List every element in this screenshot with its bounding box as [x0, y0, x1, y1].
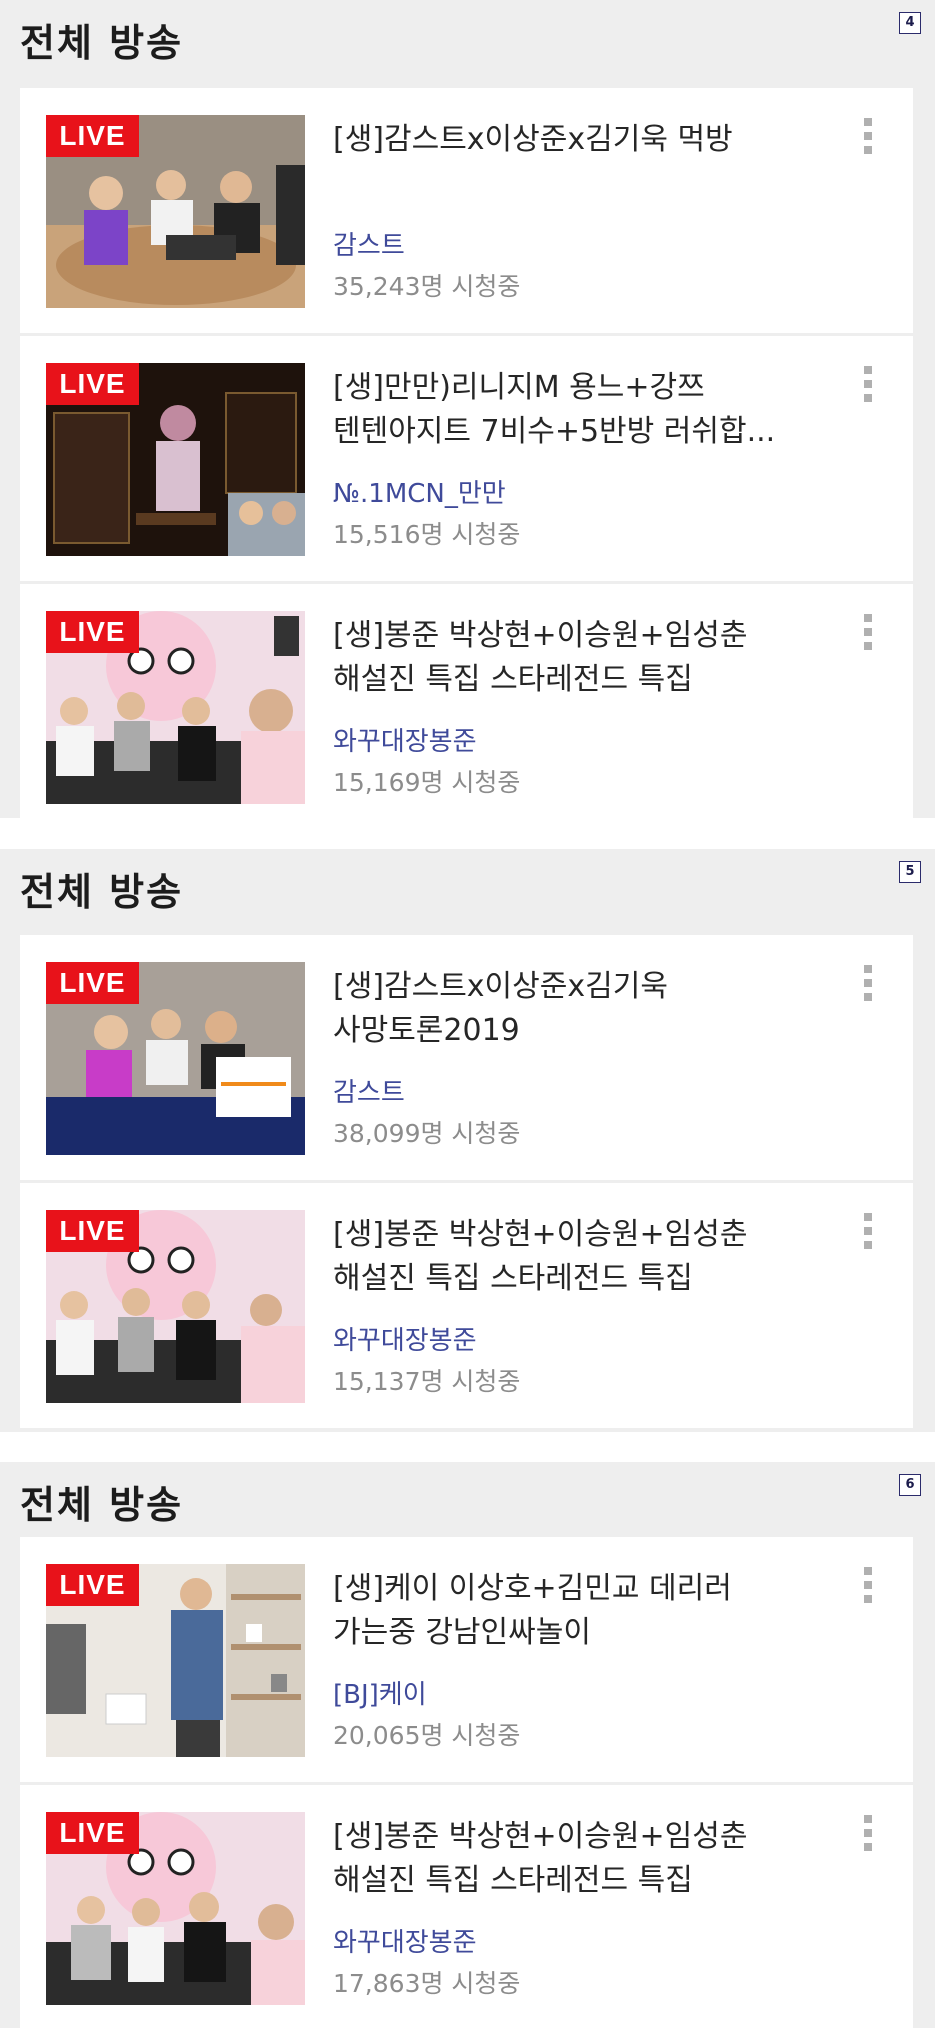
stream-title[interactable]: [생]감스트x이상준x김기욱 먹방 [333, 118, 843, 162]
stream-thumbnail[interactable]: LIVE [46, 611, 305, 804]
stream-title-line-1: [생]봉준 박상현+이승원+임성춘 [333, 618, 748, 653]
viewer-count: 17,863명 시청중 [333, 1969, 521, 1998]
viewer-count: 15,516명 시청중 [333, 520, 521, 549]
broadcast-card[interactable]: LIVE [생]만만)리니지M 용느+강쯔 텐텐아지트 7비수+5반방 러쉬합.… [20, 336, 913, 581]
stream-title-line-2: 텐텐아지트 7비수+5반방 러쉬합... [333, 414, 776, 449]
stream-title-line-1: [생]봉준 박상현+이승원+임성춘 [333, 1819, 748, 1854]
stream-title[interactable]: [생]케이 이상호+김민교 데리러 가는중 강남인싸놀이 [333, 1567, 843, 1655]
live-badge: LIVE [46, 363, 139, 405]
more-vertical-icon[interactable] [862, 965, 874, 1009]
viewer-count: 38,099명 시청중 [333, 1119, 521, 1148]
stream-title-line-2: 해설진 특집 스타레전드 특집 [333, 1863, 693, 1898]
section-title: 전체 방송 [20, 21, 184, 65]
stream-title-line-1: [생]케이 이상호+김민교 데리러 [333, 1571, 732, 1606]
stream-title[interactable]: [생]만만)리니지M 용느+강쯔 텐텐아지트 7비수+5반방 러쉬합... [333, 366, 843, 454]
stream-thumbnail[interactable]: LIVE [46, 962, 305, 1155]
more-vertical-icon[interactable] [862, 1815, 874, 1859]
stream-title[interactable]: [생]봉준 박상현+이승원+임성춘 해설진 특집 스타레전드 특집 [333, 614, 843, 702]
stream-title-line-1: [생]봉준 박상현+이승원+임성춘 [333, 1217, 748, 1252]
stream-thumbnail[interactable]: LIVE [46, 1812, 305, 2005]
broadcast-card[interactable]: LIVE [생]감스트x이상준x김기욱 사망토론2019 감스트 38,099명… [20, 935, 913, 1180]
live-badge: LIVE [46, 1210, 139, 1252]
more-vertical-icon[interactable] [862, 1567, 874, 1611]
more-vertical-icon[interactable] [862, 118, 874, 162]
stream-title-line-1: [생]감스트x이상준x김기욱 먹방 [333, 122, 733, 157]
viewer-count: 15,137명 시청중 [333, 1367, 521, 1396]
broadcast-card[interactable]: LIVE [생]감스트x이상준x김기욱 먹방 감스트 35,243명 시청중 [20, 88, 913, 333]
stream-title-line-2: 사망토론2019 [333, 1013, 520, 1048]
stream-thumbnail[interactable]: LIVE [46, 1210, 305, 1403]
viewer-count: 20,065명 시청중 [333, 1721, 521, 1750]
channel-name[interactable]: 와꾸대장봉준 [333, 722, 477, 762]
broadcast-card[interactable]: LIVE [생]봉준 박상현+이승원+임성춘 해설진 특집 스타레전드 특집 와… [20, 1785, 913, 2028]
section-title: 전체 방송 [20, 870, 184, 914]
stream-title-line-1: [생]감스트x이상준x김기욱 [333, 969, 668, 1004]
more-vertical-icon[interactable] [862, 366, 874, 410]
stream-title[interactable]: [생]봉준 박상현+이승원+임성춘 해설진 특집 스타레전드 특집 [333, 1213, 843, 1301]
live-badge: LIVE [46, 115, 139, 157]
page-number-badge: 5 [899, 861, 921, 883]
broadcast-card[interactable]: LIVE [생]봉준 박상현+이승원+임성춘 해설진 특집 스타레전드 특집 와… [20, 584, 913, 818]
broadcast-card[interactable]: LIVE [생]봉준 박상현+이승원+임성춘 해설진 특집 스타레전드 특집 와… [20, 1183, 913, 1428]
viewer-count: 15,169명 시청중 [333, 768, 521, 797]
more-vertical-icon[interactable] [862, 1213, 874, 1257]
live-badge: LIVE [46, 1812, 139, 1854]
channel-name[interactable]: 와꾸대장봉준 [333, 1321, 477, 1361]
channel-name[interactable]: 감스트 [333, 226, 405, 266]
section-title: 전체 방송 [20, 1483, 184, 1527]
stream-title-line-1: [생]만만)리니지M 용느+강쯔 [333, 370, 705, 405]
stream-title-line-2: 해설진 특집 스타레전드 특집 [333, 1261, 693, 1296]
broadcast-list-panel-3: 전체 방송 6 LIVE [생]케이 이상호+김민교 데리러 가는중 강남인싸놀… [0, 1462, 935, 2028]
page-number-badge: 6 [899, 1474, 921, 1496]
broadcast-card[interactable]: LIVE [생]케이 이상호+김민교 데리러 가는중 강남인싸놀이 [BJ]케이… [20, 1537, 913, 1782]
stream-thumbnail[interactable]: LIVE [46, 115, 305, 308]
stream-title[interactable]: [생]감스트x이상준x김기욱 사망토론2019 [333, 965, 843, 1053]
stream-title-line-2: 가는중 강남인싸놀이 [333, 1615, 591, 1650]
channel-name[interactable]: 와꾸대장봉준 [333, 1923, 477, 1963]
channel-name[interactable]: [BJ]케이 [333, 1675, 427, 1715]
more-vertical-icon[interactable] [862, 614, 874, 658]
live-badge: LIVE [46, 1564, 139, 1606]
stream-title-line-2: 해설진 특집 스타레전드 특집 [333, 662, 693, 697]
live-badge: LIVE [46, 611, 139, 653]
channel-name[interactable]: №.1MCN_만만 [333, 474, 506, 514]
broadcast-list-panel-2: 전체 방송 5 LIVE [생]감스트x이상준x김기욱 사망토론2019 감스트… [0, 849, 935, 1432]
viewer-count: 35,243명 시청중 [333, 272, 521, 301]
live-badge: LIVE [46, 962, 139, 1004]
stream-thumbnail[interactable]: LIVE [46, 363, 305, 556]
stream-title[interactable]: [생]봉준 박상현+이승원+임성춘 해설진 특집 스타레전드 특집 [333, 1815, 843, 1903]
channel-name[interactable]: 감스트 [333, 1073, 405, 1113]
page-number-badge: 4 [899, 12, 921, 34]
stream-thumbnail[interactable]: LIVE [46, 1564, 305, 1757]
broadcast-list-panel-1: 전체 방송 4 LIVE [생]감스트x이상준x김기욱 먹방 감스트 35,24… [0, 0, 935, 818]
